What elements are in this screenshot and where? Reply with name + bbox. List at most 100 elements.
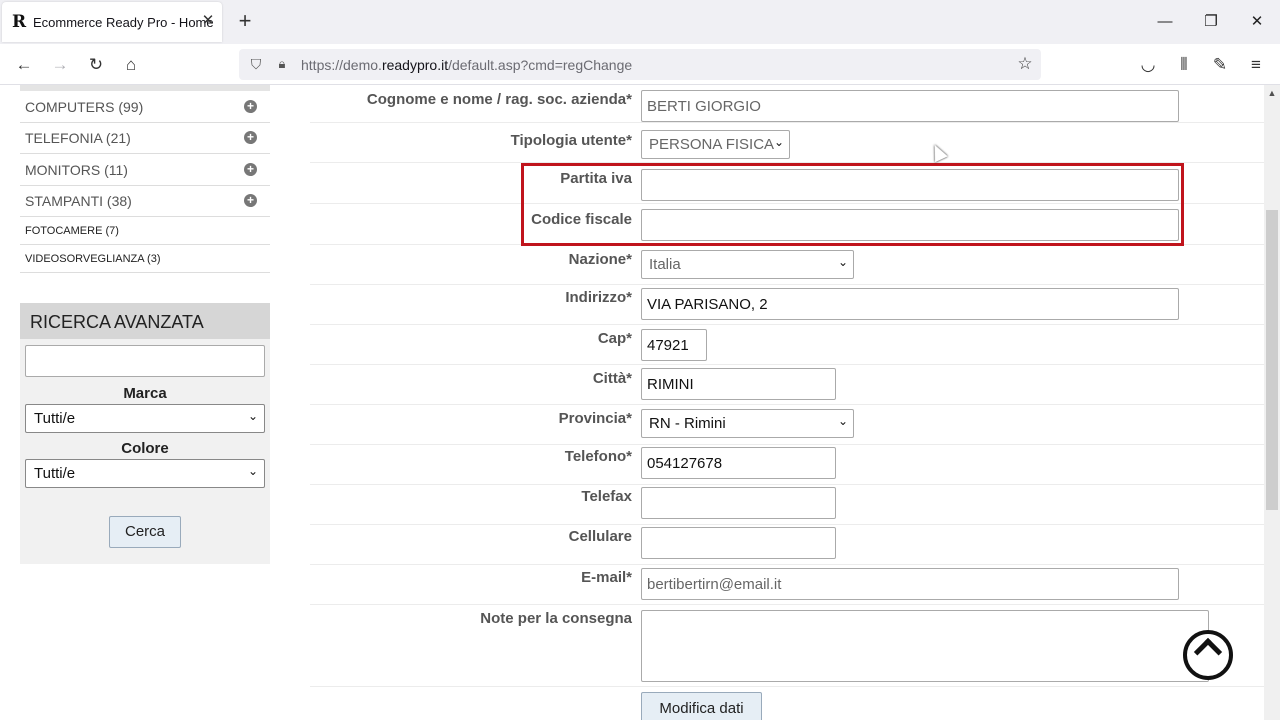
zip-label: Cap* <box>597 330 632 347</box>
restore-icon[interactable]: ❐ <box>1197 10 1225 34</box>
city-field-value: RIMINI <box>647 376 694 393</box>
phone-field-value: 054127678 <box>647 455 723 472</box>
chevron-up-icon <box>1193 637 1223 667</box>
user-type-select[interactable]: PERSONA FISICA ⌄ <box>641 130 790 159</box>
mobile-field[interactable] <box>641 527 836 559</box>
chevron-down-icon: ⌄ <box>247 409 258 423</box>
email-field[interactable]: bertibertirn@email.it <box>641 568 1179 600</box>
page-scrollbar[interactable]: ▲ <box>1264 85 1280 720</box>
url-bar[interactable]: ⛉ 🔒︎ https://demo.readypro.it/default.as… <box>239 49 1041 80</box>
province-select[interactable]: RN - Rimini ⌄ <box>641 409 854 438</box>
user-type-label: Tipologia utente* <box>510 132 632 149</box>
fax-field[interactable] <box>641 487 836 519</box>
email-label: E-mail* <box>581 569 632 586</box>
category-item-monitors[interactable]: MONITORS (11) + <box>20 154 270 186</box>
chevron-down-icon: ⌄ <box>837 255 848 269</box>
country-label: Nazione* <box>568 251 632 268</box>
form-row-zip: Cap* 47921 <box>310 325 1264 365</box>
category-label[interactable]: MONITORS (11) <box>25 162 128 178</box>
notes-label: Note per la consegna <box>480 610 632 627</box>
category-label[interactable]: FOTOCAMERE (7) <box>25 225 119 237</box>
library-icon[interactable]: ⫴ <box>1171 52 1197 78</box>
scrollbar-thumb[interactable] <box>1266 210 1278 510</box>
notes-textarea[interactable] <box>641 610 1209 682</box>
category-label[interactable]: COMPUTERS (99) <box>25 99 143 115</box>
country-value: Italia <box>649 256 681 273</box>
browser-titlebar: R Ecommerce Ready Pro - Home ✕ + — ❐ ✕ <box>0 0 1280 44</box>
color-select[interactable]: Tutti/e ⌄ <box>25 459 265 488</box>
scroll-to-top-button[interactable] <box>1183 630 1233 680</box>
tracking-shield-icon[interactable]: ⛉ <box>247 55 265 73</box>
form-row-country: Nazione* Italia ⌄ <box>310 245 1264 285</box>
category-label[interactable]: VIDEOSORVEGLIANZA (3) <box>25 253 161 265</box>
expand-plus-icon[interactable]: + <box>244 163 257 176</box>
form-row-notes: Note per la consegna <box>310 605 1264 687</box>
form-row-name: Cognome e nome / rag. soc. azienda* BERT… <box>310 85 1264 123</box>
form-row-user-type: Tipologia utente* PERSONA FISICA ⌄ <box>310 123 1264 163</box>
chevron-down-icon: ⌄ <box>773 135 784 149</box>
form-row-city: Città* RIMINI <box>310 365 1264 405</box>
brand-select[interactable]: Tutti/e ⌄ <box>25 404 265 433</box>
scroll-up-arrow-icon[interactable]: ▲ <box>1264 85 1280 101</box>
city-field[interactable]: RIMINI <box>641 368 836 400</box>
advanced-search-header: RICERCA AVANZATA <box>20 303 270 339</box>
minimize-icon[interactable]: — <box>1151 10 1179 34</box>
name-label: Cognome e nome / rag. soc. azienda* <box>366 91 632 108</box>
site-favicon-icon: R <box>12 12 27 32</box>
zip-field[interactable]: 47921 <box>641 329 707 361</box>
form-row-province: Provincia* RN - Rimini ⌄ <box>310 405 1264 445</box>
brand-label: Marca <box>123 385 167 402</box>
modify-data-button[interactable]: Modifica dati <box>641 692 762 720</box>
expand-plus-icon[interactable]: + <box>244 194 257 207</box>
close-window-icon[interactable]: ✕ <box>1243 10 1271 34</box>
browser-tab-active[interactable]: R Ecommerce Ready Pro - Home ✕ <box>2 2 222 42</box>
category-label[interactable]: STAMPANTI (38) <box>25 193 132 209</box>
advanced-search-title: RICERCA AVANZATA <box>30 312 204 332</box>
category-item-fotocamere[interactable]: FOTOCAMERE (7) <box>20 217 270 245</box>
name-field[interactable]: BERTI GIORGIO <box>641 90 1179 122</box>
search-input[interactable] <box>25 345 265 377</box>
tab-title: Ecommerce Ready Pro - Home <box>33 15 214 30</box>
extensions-icon[interactable]: ✎ <box>1207 52 1233 78</box>
url-text[interactable]: https://demo.readypro.it/default.asp?cmd… <box>301 57 632 73</box>
expand-plus-icon[interactable]: + <box>244 131 257 144</box>
bookmark-star-icon[interactable]: ☆ <box>1015 54 1035 74</box>
form-row-mobile: Cellulare <box>310 525 1264 565</box>
menu-icon[interactable]: ≡ <box>1243 52 1269 78</box>
name-field-value: BERTI GIORGIO <box>647 98 761 115</box>
city-label: Città* <box>592 370 632 387</box>
close-tab-icon[interactable]: ✕ <box>200 13 216 29</box>
home-icon[interactable]: ⌂ <box>118 52 144 78</box>
reload-icon[interactable]: ↻ <box>83 52 109 78</box>
zip-field-value: 47921 <box>647 337 689 354</box>
address-label: Indirizzo* <box>565 289 632 306</box>
chevron-down-icon: ⌄ <box>837 414 848 428</box>
browser-navbar: ← → ↻ ⌂ ⛉ 🔒︎ https://demo.readypro.it/de… <box>0 44 1280 85</box>
form-row-fax: Telefax <box>310 485 1264 525</box>
pocket-icon[interactable]: ◡ <box>1135 52 1161 78</box>
color-label: Colore <box>121 440 169 457</box>
form-row-phone: Telefono* 054127678 <box>310 445 1264 485</box>
address-field[interactable]: VIA PARISANO, 2 <box>641 288 1179 320</box>
new-tab-icon[interactable]: + <box>233 10 257 34</box>
expand-plus-icon[interactable]: + <box>244 100 257 113</box>
forward-icon[interactable]: → <box>47 52 73 78</box>
phone-label: Telefono* <box>564 448 632 465</box>
brand-select-value: Tutti/e <box>34 410 76 427</box>
lock-icon[interactable]: 🔒︎ <box>273 55 291 73</box>
category-item-stampanti[interactable]: STAMPANTI (38) + <box>20 186 270 217</box>
advanced-search-panel: RICERCA AVANZATA Marca Tutti/e ⌄ Colore … <box>20 303 270 564</box>
province-label: Provincia* <box>558 410 632 427</box>
form-row-email: E-mail* bertibertirn@email.it <box>310 565 1264 605</box>
back-icon[interactable]: ← <box>11 52 37 78</box>
category-label[interactable]: TELEFONIA (21) <box>25 130 131 146</box>
email-field-value: bertibertirn@email.it <box>647 576 782 593</box>
search-button[interactable]: Cerca <box>109 516 181 548</box>
category-item-computers[interactable]: COMPUTERS (99) + <box>20 91 270 123</box>
country-select[interactable]: Italia ⌄ <box>641 250 854 279</box>
category-item-videosorveglianza[interactable]: VIDEOSORVEGLIANZA (3) <box>20 245 270 273</box>
category-item-telefonia[interactable]: TELEFONIA (21) + <box>20 123 270 154</box>
form-row-address: Indirizzo* VIA PARISANO, 2 <box>310 285 1264 325</box>
fax-label: Telefax <box>581 488 632 505</box>
phone-field[interactable]: 054127678 <box>641 447 836 479</box>
